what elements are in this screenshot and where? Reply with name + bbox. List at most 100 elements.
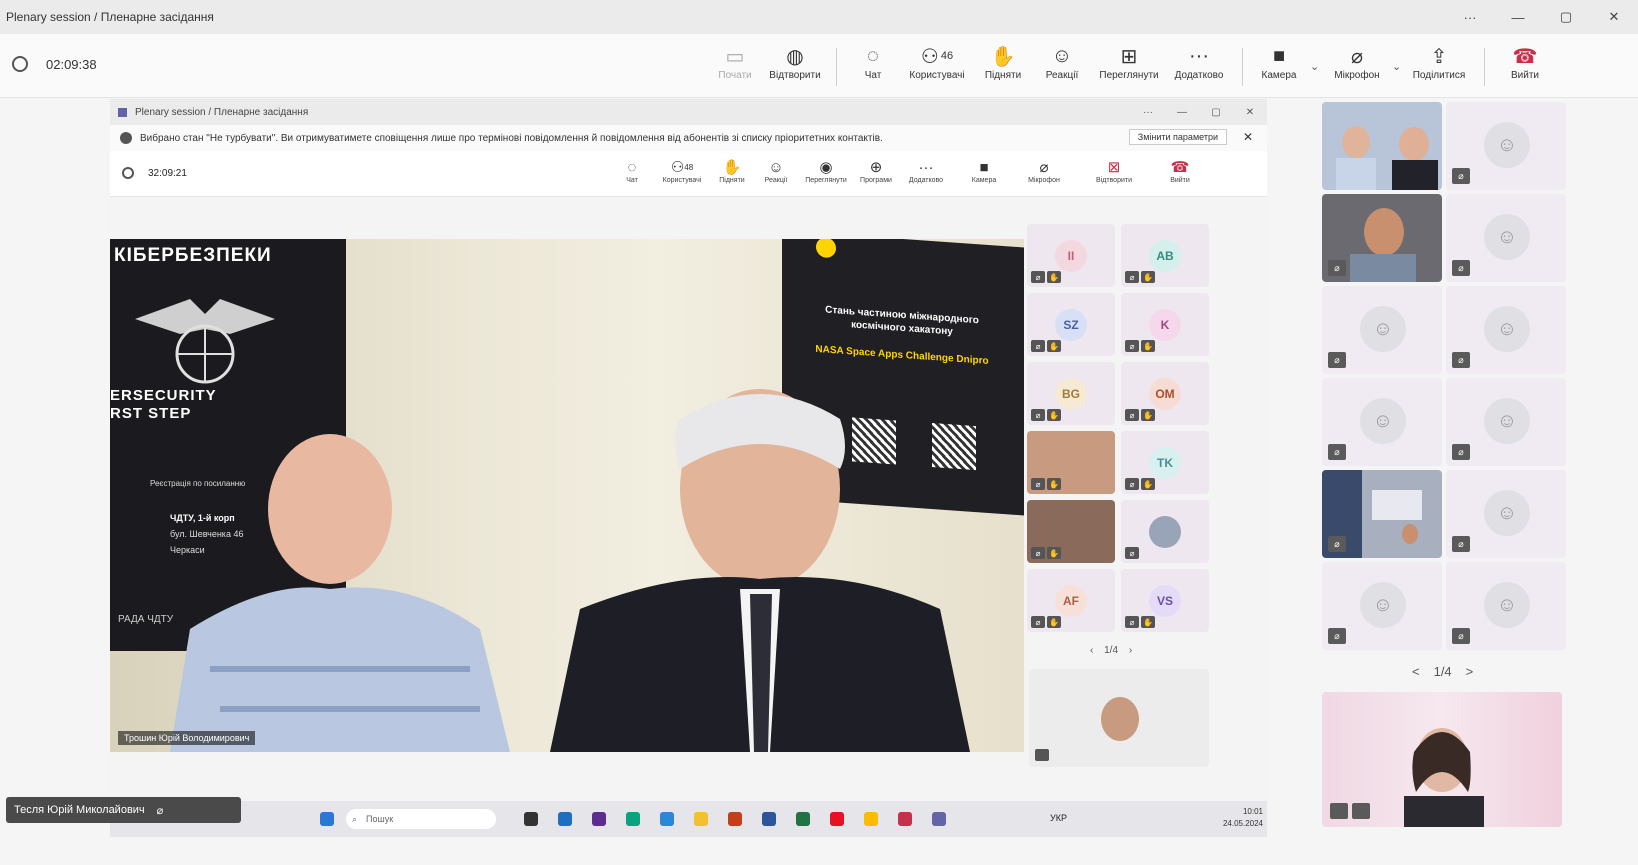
participant-tile[interactable]: BG ⌀ ✋ <box>1027 362 1115 425</box>
reactions-button[interactable]: ☺ Реакції <box>1027 42 1097 92</box>
chat-icon: ◌ <box>627 158 637 176</box>
people-button[interactable]: ⚇ 46 Користувачі <box>902 42 972 92</box>
inner-record-button[interactable]: ⊠ Відтворити <box>1088 157 1140 184</box>
inner-close-icon[interactable]: ✕ <box>1233 99 1267 125</box>
chat-button[interactable]: ◌ Чат <box>838 42 908 92</box>
people-count: 46 <box>940 50 954 62</box>
inner-chat-button[interactable]: ◌ Чат <box>606 157 658 185</box>
participant-tile[interactable]: ☺ ⌀ <box>1446 286 1566 374</box>
inner-apps-button[interactable]: ⊕ Програми <box>850 157 902 184</box>
chrome-icon[interactable] <box>864 812 878 826</box>
more-options-icon[interactable]: ··· <box>1446 0 1494 34</box>
excel-icon[interactable] <box>796 812 810 826</box>
participant-tile[interactable]: VS ⌀ ✋ <box>1121 569 1209 632</box>
inner-leave-button[interactable]: ☎ Вийти <box>1154 157 1206 184</box>
mail-icon[interactable] <box>660 812 674 826</box>
mic-options-chevron-icon[interactable]: ⌄ <box>1392 60 1401 73</box>
participant-tile[interactable]: TK ⌀ ✋ <box>1121 431 1209 494</box>
inner-more-icon[interactable]: ··· <box>1131 99 1165 125</box>
notice-close-icon[interactable]: ✕ <box>1243 130 1253 144</box>
camera-button[interactable]: ■ Камера <box>1244 42 1314 92</box>
participant-tile[interactable]: ☺ ⌀ <box>1446 470 1566 558</box>
participant-video-tile[interactable]: ⌀ ✋ <box>1027 500 1115 563</box>
participant-tile[interactable]: ☺ ⌀ <box>1446 102 1566 190</box>
inner-shield-icon <box>122 167 134 179</box>
mic-muted-icon: ⌀ <box>1328 352 1346 368</box>
inner-people-button[interactable]: ⚇ 48 Користувачі <box>656 157 708 184</box>
title-bar: Plenary session / Пленарне засідання ···… <box>0 0 1638 34</box>
close-icon[interactable]: ✕ <box>1590 0 1638 34</box>
start-icon[interactable] <box>320 812 334 826</box>
meeting-timer: 02:09:38 <box>12 56 97 72</box>
recording-button[interactable]: ◍ Відтворити <box>760 42 830 92</box>
app-icon[interactable] <box>558 812 572 826</box>
self-view-tile[interactable] <box>1322 692 1562 827</box>
hand-icon: ✋ <box>1141 340 1155 352</box>
leave-button[interactable]: ☎ Вийти <box>1490 42 1560 92</box>
inner-minimize-icon[interactable]: — <box>1165 99 1199 125</box>
word-icon[interactable] <box>762 812 776 826</box>
inner-more-button[interactable]: ··· Додатково <box>900 157 952 185</box>
inner-view-button[interactable]: ◉ Переглянути <box>800 157 852 184</box>
participant-tile[interactable]: ⌀ <box>1121 500 1209 563</box>
inner-maximize-icon[interactable]: ▢ <box>1199 99 1233 125</box>
participant-tile[interactable]: ☺ ⌀ <box>1446 378 1566 466</box>
share-button[interactable]: ⇪ Поділитися <box>1404 42 1474 92</box>
inner-featured-tile[interactable] <box>1029 669 1209 767</box>
change-settings-button[interactable]: Змінити параметри <box>1128 129 1227 145</box>
participant-tile[interactable]: AB ⌀ ✋ <box>1121 224 1209 287</box>
hand-icon: ✋ <box>1047 478 1061 490</box>
app-icon[interactable] <box>830 812 844 826</box>
taskbar-clock[interactable]: 10:01 24.05.2024 <box>1223 806 1263 830</box>
taskbar-search[interactable]: ⌕ Пошук <box>346 809 496 829</box>
folder-icon[interactable] <box>694 812 708 826</box>
inner-next-icon[interactable]: › <box>1129 645 1132 656</box>
participant-tile[interactable]: ☺ ⌀ <box>1446 562 1566 650</box>
main-video-feed[interactable]: КІБЕРБЕЗПЕКИ ERSECURITY RST STEP Реєстра… <box>110 239 1024 752</box>
powerpoint-icon[interactable] <box>728 812 742 826</box>
video-feed <box>1336 126 1438 190</box>
participant-video-tile[interactable] <box>1322 102 1442 190</box>
edge-icon[interactable] <box>626 812 640 826</box>
acrobat-icon[interactable] <box>898 812 912 826</box>
avatar: ☺ <box>1484 214 1530 260</box>
participant-tile[interactable]: II ⌀ ✋ <box>1027 224 1115 287</box>
participant-tile[interactable]: ☺ ⌀ <box>1446 194 1566 282</box>
microphone-button[interactable]: ⌀ Мікрофон <box>1322 42 1392 92</box>
mic-muted-icon: ⌀ <box>1125 340 1139 352</box>
maximize-icon[interactable]: ▢ <box>1542 0 1590 34</box>
signal-icon <box>1330 803 1348 819</box>
tray-language[interactable]: УКР <box>1050 813 1067 823</box>
participant-video-tile[interactable]: ⌀ <box>1322 194 1442 282</box>
camera-options-chevron-icon[interactable]: ⌄ <box>1310 60 1319 73</box>
mic-muted-icon: ⌀ <box>1031 340 1045 352</box>
participant-pager: < 1/4 > <box>1412 664 1474 679</box>
next-page-icon[interactable]: > <box>1466 664 1474 679</box>
participant-tile[interactable]: OM ⌀ ✋ <box>1121 362 1209 425</box>
prev-page-icon[interactable]: < <box>1412 664 1420 679</box>
participant-tile[interactable]: SZ ⌀ ✋ <box>1027 293 1115 356</box>
participant-video-tile[interactable]: ⌀ <box>1322 470 1442 558</box>
inner-mic-button[interactable]: ⌀ Мікрофон <box>1018 157 1070 184</box>
inner-camera-button[interactable]: ■ Камера <box>958 157 1010 185</box>
app-icon[interactable] <box>592 812 606 826</box>
participant-tile[interactable]: ☺ ⌀ <box>1322 286 1442 374</box>
mic-muted-icon: ⌀ <box>1031 271 1045 283</box>
more-button[interactable]: ··· Додатково <box>1164 42 1234 92</box>
avatar: ☺ <box>1360 398 1406 444</box>
taskview-icon[interactable] <box>524 812 538 826</box>
mic-muted-icon: ⌀ <box>1125 478 1139 490</box>
inner-reactions-button[interactable]: ☺ Реакції <box>750 157 802 185</box>
teams-icon[interactable] <box>932 812 946 826</box>
participant-video-tile[interactable]: ⌀ ✋ <box>1027 431 1115 494</box>
recording-icon: ◍ <box>786 45 804 68</box>
minimize-icon[interactable]: — <box>1494 0 1542 34</box>
participant-tile[interactable]: K ⌀ ✋ <box>1121 293 1209 356</box>
meeting-toolbar: 02:09:38 ▭ Почати ◍ Відтворити ◌ Чат ⚇ 46… <box>0 34 1638 98</box>
participant-tile[interactable]: AF ⌀ ✋ <box>1027 569 1115 632</box>
share-icon: ⇪ <box>1430 45 1448 68</box>
view-button[interactable]: ⊞ Переглянути <box>1094 42 1164 92</box>
participant-tile[interactable]: ☺ ⌀ <box>1322 562 1442 650</box>
inner-prev-icon[interactable]: ‹ <box>1090 645 1093 656</box>
participant-tile[interactable]: ☺ ⌀ <box>1322 378 1442 466</box>
